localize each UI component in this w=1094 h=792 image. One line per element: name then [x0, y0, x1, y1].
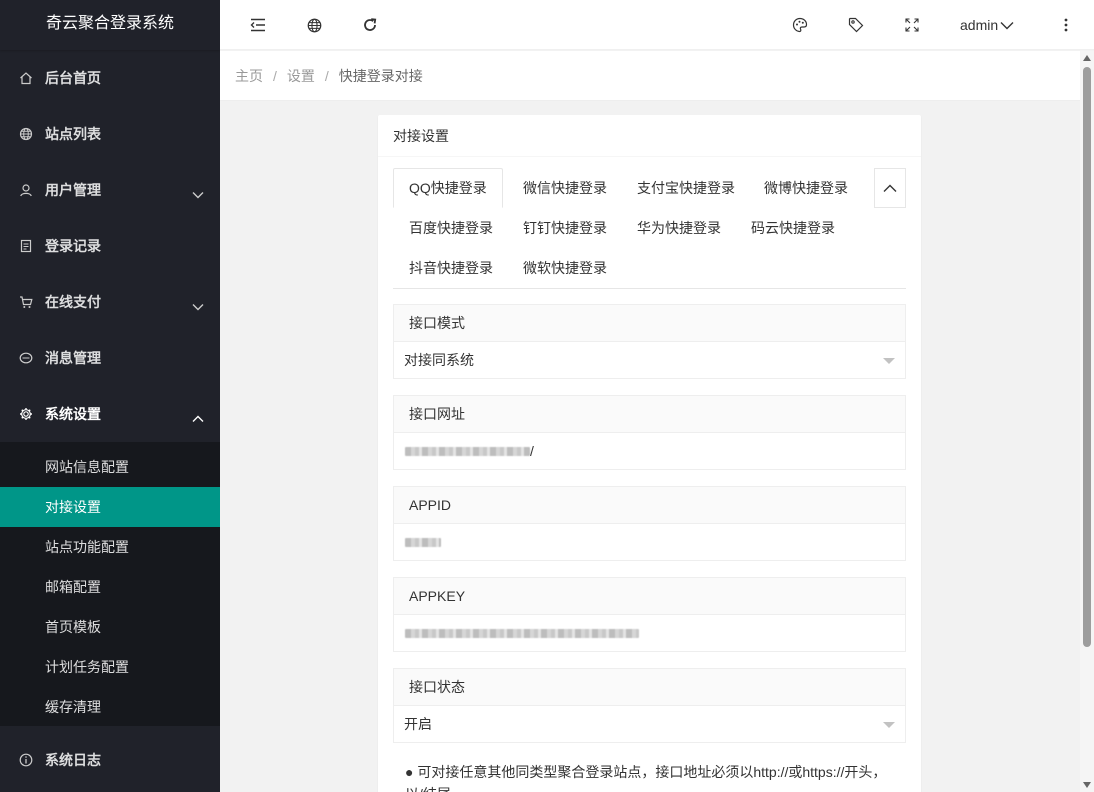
mode-select[interactable]: 对接同系统: [394, 342, 905, 378]
user-icon: [19, 183, 33, 197]
tag-icon[interactable]: [842, 0, 870, 50]
appid-input[interactable]: [394, 524, 905, 560]
chevron-up-icon: [192, 410, 204, 426]
redacted-value: [405, 629, 639, 638]
username: admin: [960, 17, 999, 33]
caret-down-icon: [883, 722, 895, 728]
field-url: 接口网址 /: [393, 395, 906, 470]
sidebar-item-payment[interactable]: 在线支付: [0, 274, 220, 330]
user-menu[interactable]: admin: [960, 0, 1014, 50]
chevron-down-icon: [192, 298, 204, 314]
submenu-item-site-features[interactable]: 站点功能配置: [0, 527, 220, 567]
info-icon: [19, 753, 33, 767]
login-type-tabs: QQ快捷登录 微信快捷登录 支付宝快捷登录 微博快捷登录 百度快捷登录 钉钉快捷…: [393, 168, 906, 289]
tab-douyin[interactable]: 抖音快捷登录: [394, 248, 508, 288]
sidebar-item-users[interactable]: 用户管理: [0, 162, 220, 218]
sidebar-item-label: 登录记录: [45, 238, 101, 254]
breadcrumb-current: 快捷登录对接: [338, 67, 423, 84]
tabs-collapse-button[interactable]: [874, 168, 906, 208]
chevron-down-icon: [1000, 21, 1014, 30]
sidebar-item-home[interactable]: 后台首页: [0, 50, 220, 106]
mode-select-value: 对接同系统: [404, 352, 474, 368]
submenu-item-email[interactable]: 邮箱配置: [0, 567, 220, 607]
tab-weibo[interactable]: 微博快捷登录: [749, 168, 863, 208]
sidebar: 奇云聚合登录系统 后台首页 站点列表 用户管理 登录记录 在线支付 消息管理 系…: [0, 0, 220, 792]
tab-dingtalk[interactable]: 钉钉快捷登录: [508, 208, 622, 248]
palette-icon[interactable]: [786, 0, 814, 50]
scroll-thumb[interactable]: [1083, 67, 1091, 647]
submenu-item-integration[interactable]: 对接设置: [0, 487, 220, 527]
tab-gitee[interactable]: 码云快捷登录: [736, 208, 850, 248]
breadcrumb: 主页 / 设置 / 快捷登录对接: [220, 51, 1080, 101]
tab-alipay[interactable]: 支付宝快捷登录: [622, 168, 750, 208]
help-note: ● 可对接任意其他同类型聚合登录站点，接口地址必须以http://或https:…: [405, 764, 887, 792]
breadcrumb-home[interactable]: 主页: [235, 66, 263, 86]
tab-wechat[interactable]: 微信快捷登录: [508, 168, 622, 208]
settings-submenu: 网站信息配置 对接设置 站点功能配置 邮箱配置 首页模板 计划任务配置 缓存清理: [0, 442, 220, 726]
globe-icon[interactable]: [300, 0, 328, 50]
message-icon: [19, 351, 33, 365]
field-status: 接口状态 开启: [393, 668, 906, 743]
tab-huawei[interactable]: 华为快捷登录: [622, 208, 736, 248]
cart-icon: [19, 295, 33, 309]
sidebar-item-label: 站点列表: [45, 126, 101, 142]
tab-microsoft[interactable]: 微软快捷登录: [508, 248, 622, 288]
breadcrumb-separator: /: [273, 67, 277, 84]
url-input-suffix: /: [530, 443, 534, 459]
page-scrollbar[interactable]: [1080, 51, 1094, 792]
app-title: 奇云聚合登录系统: [0, 0, 220, 50]
tab-baidu[interactable]: 百度快捷登录: [394, 208, 508, 248]
globe-icon: [19, 127, 33, 141]
field-appkey-label: APPKEY: [394, 578, 905, 615]
sidebar-item-login-records[interactable]: 登录记录: [0, 218, 220, 274]
tab-qq[interactable]: QQ快捷登录: [393, 168, 503, 208]
submenu-item-site-info[interactable]: 网站信息配置: [0, 447, 220, 487]
field-status-label: 接口状态: [394, 669, 905, 706]
home-icon: [19, 71, 33, 85]
more-icon[interactable]: [1052, 0, 1080, 50]
redacted-value: [405, 538, 441, 547]
field-appid-label: APPID: [394, 487, 905, 524]
appkey-input[interactable]: [394, 615, 905, 651]
card-title: 对接设置: [378, 115, 921, 157]
field-appid: APPID: [393, 486, 906, 561]
field-mode: 接口模式 对接同系统: [393, 304, 906, 379]
document-icon: [19, 239, 33, 253]
top-header: admin: [220, 0, 1094, 50]
breadcrumb-settings[interactable]: 设置: [287, 66, 315, 86]
sidebar-item-label: 后台首页: [45, 70, 101, 86]
caret-down-icon: [883, 358, 895, 364]
sidebar-item-label: 在线支付: [45, 294, 101, 310]
integration-settings-card: 对接设置 QQ快捷登录 微信快捷登录 支付宝快捷登录 微博快捷登录 百度快捷登录…: [378, 115, 921, 792]
url-input[interactable]: /: [394, 433, 905, 469]
sidebar-item-sites[interactable]: 站点列表: [0, 106, 220, 162]
field-mode-label: 接口模式: [394, 305, 905, 342]
sidebar-item-settings[interactable]: 系统设置: [0, 386, 220, 442]
redacted-value: [405, 447, 530, 456]
refresh-icon[interactable]: [356, 0, 384, 50]
submenu-item-cache[interactable]: 缓存清理: [0, 687, 220, 727]
breadcrumb-separator: /: [324, 67, 329, 84]
submenu-item-homepage-template[interactable]: 首页模板: [0, 607, 220, 647]
chevron-down-icon: [192, 186, 204, 202]
sidebar-item-label: 系统日志: [45, 752, 101, 768]
submenu-item-cron[interactable]: 计划任务配置: [0, 647, 220, 687]
fullscreen-icon[interactable]: [898, 0, 926, 50]
status-select-value: 开启: [404, 716, 432, 732]
sidebar-item-label: 系统设置: [45, 406, 101, 422]
sidebar-item-label: 消息管理: [45, 350, 101, 366]
menu-fold-icon[interactable]: [244, 0, 272, 50]
field-url-label: 接口网址: [394, 396, 905, 433]
chevron-up-icon: [883, 184, 897, 193]
scroll-up-arrow[interactable]: [1083, 55, 1091, 61]
sidebar-item-logs[interactable]: 系统日志: [0, 732, 220, 788]
field-appkey: APPKEY: [393, 577, 906, 652]
status-select[interactable]: 开启: [394, 706, 905, 742]
sidebar-item-messages[interactable]: 消息管理: [0, 330, 220, 386]
sidebar-item-label: 用户管理: [45, 182, 101, 198]
gear-icon: [19, 407, 33, 421]
scroll-down-arrow[interactable]: [1083, 782, 1091, 788]
